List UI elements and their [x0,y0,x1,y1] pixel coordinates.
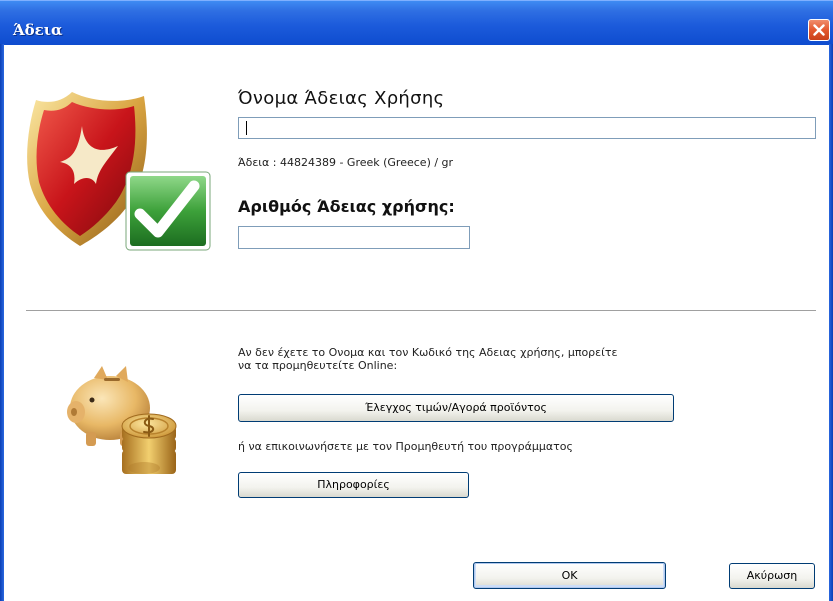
window-title: Άδεια [13,21,63,39]
price-check-purchase-button[interactable]: Έλεγχος τιμών/Αγορά προϊόντος [238,394,674,422]
online-text-line-1: Αν δεν έχετε το Ονομα και τον Κωδικό της… [238,346,618,359]
license-name-input[interactable] [238,117,816,139]
contact-supplier-text: ή να επικοινωνήσετε με τον Προμηθευτή το… [238,440,573,453]
shield-checkmark-icon [22,86,218,260]
license-name-heading: Όνομα Άδειας Χρήσης [238,88,445,109]
section-divider [26,310,816,312]
window-border-left [0,44,4,601]
window-border-right [829,44,833,601]
license-number-heading: Αριθμός Άδειας χρήσης: [238,197,455,216]
text-caret [246,121,247,135]
title-bar[interactable]: Άδεια [0,0,833,45]
information-button[interactable]: Πληροφορίες [238,472,469,498]
piggy-bank-coins-icon [64,360,184,484]
online-text-line-2: να τα προμηθευτείτε Online: [238,359,398,372]
license-number-input[interactable] [238,226,470,249]
online-purchase-text: Αν δεν έχετε το Ονομα και τον Κωδικό της… [238,346,708,372]
license-dialog: Άδεια Όνομα Άδειας Χρήσης Άδεια: 448243… [0,0,833,601]
close-icon [813,24,825,36]
close-button[interactable] [808,19,830,41]
license-info-text: Άδεια : 44824389 - Greek (Greece) / gr [238,156,454,169]
ok-button[interactable]: OK [473,562,666,589]
cancel-button[interactable]: Ακύρωση [729,563,815,589]
